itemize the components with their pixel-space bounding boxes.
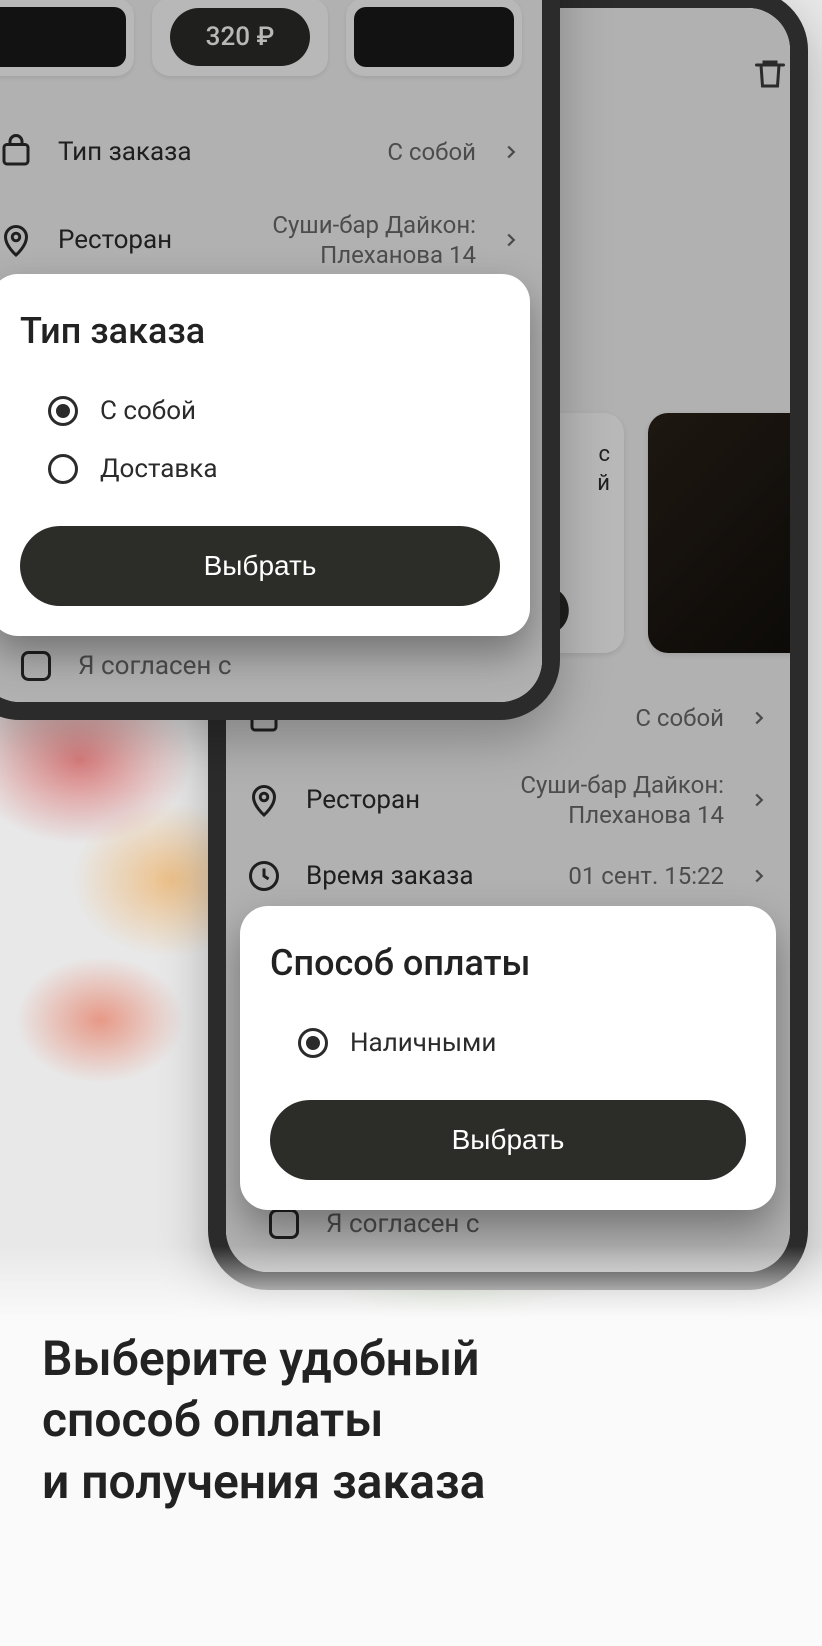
payment-method-dialog: Способ оплаты Наличными Выбрать [240,906,776,1210]
radio-indicator [48,454,78,484]
order-type-dialog: Тип заказа С собой Доставка Выбрать [0,274,530,636]
select-button[interactable]: Выбрать [270,1100,746,1180]
radio-delivery[interactable]: Доставка [20,440,500,498]
radio-label: Доставка [100,454,218,484]
dialog-title: Тип заказа [20,310,500,352]
radio-indicator [48,396,78,426]
radio-cash[interactable]: Наличными [270,1014,746,1072]
phone-mock-primary: 320 ₽ Тип заказа С собой Ресторан Суш [0,0,560,720]
radio-indicator [298,1028,328,1058]
radio-takeaway[interactable]: С собой [20,382,500,440]
select-button[interactable]: Выбрать [20,526,500,606]
radio-label: С собой [100,396,196,426]
trash-icon[interactable] [752,56,788,96]
marketing-headline: Выберите удобный способ оплаты и получен… [42,1328,780,1512]
dialog-title: Способ оплаты [270,942,746,984]
marketing-panel: Выберите удобный способ оплаты и получен… [0,1246,822,1646]
radio-label: Наличными [350,1028,496,1058]
